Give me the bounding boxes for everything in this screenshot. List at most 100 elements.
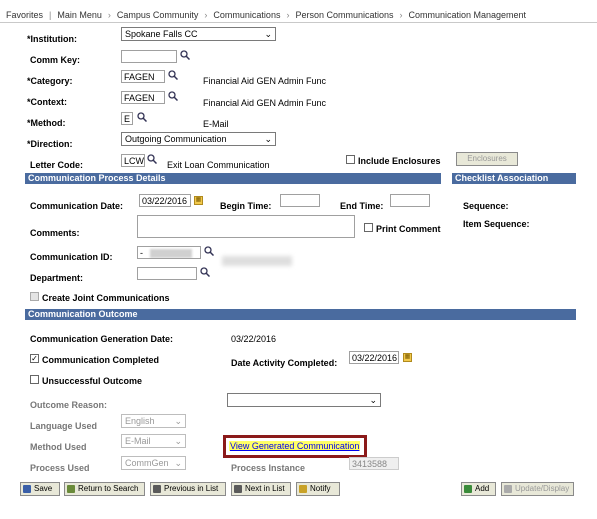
lookup-icon[interactable] [180,50,190,60]
return-to-search-button[interactable]: Return to Search [64,482,145,496]
comm-completed-label: Communication Completed [42,355,160,365]
end-time-label: End Time: [340,201,384,211]
crumb-person-communications[interactable]: Person Communications [295,10,393,20]
save-button[interactable]: Save [20,482,60,496]
lookup-icon[interactable] [147,154,157,164]
process-used-label: Process Used [30,463,90,473]
crumb-chevron: › [107,10,111,20]
unsuccessful-checkbox[interactable] [30,375,39,384]
include-enclosures-checkbox[interactable] [346,155,355,164]
comm-id-input[interactable]: - [137,246,201,259]
category-input[interactable]: FAGEN [121,70,165,83]
crumb-chevron: › [204,10,208,20]
outcome-reason-select[interactable]: ⌄ [227,393,381,407]
chevron-down-icon: ⌄ [369,395,377,405]
method-used-value: E-Mail [125,436,151,446]
language-select[interactable]: English ⌄ [121,414,186,428]
enclosures-button[interactable]: Enclosures [456,152,518,166]
search-icon [67,485,75,493]
crumb-main-menu[interactable]: Main Menu [57,10,102,20]
outcome-header: Communication Outcome [25,309,576,320]
unsuccessful-label: Unsuccessful Outcome [42,376,143,386]
lookup-icon[interactable] [137,112,147,122]
add-button[interactable]: Add [461,482,496,496]
update-label: Update/Display [515,484,570,493]
letter-code-description: Exit Loan Communication [167,160,270,170]
direction-select[interactable]: Outgoing Communication ⌄ [121,132,276,146]
process-instance-value: 3413588 [349,457,399,470]
create-joint-checkbox[interactable] [30,292,39,301]
calendar-icon[interactable]: ▦ [403,353,412,362]
create-joint-label: Create Joint Communications [42,293,170,303]
category-description: Financial Aid GEN Admin Func [203,76,327,86]
previous-in-list-button[interactable]: Previous in List [150,482,226,496]
department-label: Department: [30,273,84,283]
lookup-icon[interactable] [168,91,178,101]
method-label: *Method: [27,118,66,128]
comm-date-input[interactable]: 03/22/2016 [139,194,191,207]
calendar-icon[interactable]: ▦ [194,196,203,205]
sequence-label: Sequence: [463,201,509,211]
method-input[interactable]: E [121,112,133,125]
end-time-input[interactable] [390,194,430,207]
print-comment-label: Print Comment [376,224,441,234]
language-label: Language Used [30,421,98,431]
gen-date-label: Communication Generation Date: [30,334,174,344]
comm-id-label: Communication ID: [30,252,113,262]
crumb-separator: | [49,10,52,20]
letter-code-input[interactable]: LCW [121,154,145,167]
next-label: Next in List [245,484,285,493]
context-input[interactable]: FAGEN [121,91,165,104]
return-label: Return to Search [78,484,139,493]
process-used-select[interactable]: CommGen ⌄ [121,456,186,470]
chevron-down-icon: ⌄ [264,134,272,144]
comm-key-input[interactable] [121,50,177,63]
add-icon [464,485,472,493]
notify-icon [299,485,307,493]
chevron-down-icon: ⌄ [264,29,272,39]
include-enclosures-label: Include Enclosures [358,156,441,166]
letter-code-label: Letter Code: [30,160,84,170]
notify-button[interactable]: Notify [296,482,340,496]
begin-time-input[interactable] [280,194,320,207]
crumb-favorites[interactable]: Favorites [6,10,43,20]
chevron-down-icon: ⌄ [174,436,182,446]
institution-select[interactable]: Spokane Falls CC ⌄ [121,27,276,41]
institution-value: Spokane Falls CC [125,29,198,39]
method-description: E-Mail [203,119,229,129]
language-value: English [125,416,155,426]
save-icon [23,485,31,493]
institution-label: *Institution: [27,34,77,44]
context-label: *Context: [27,97,67,107]
next-in-list-button[interactable]: Next in List [231,482,291,496]
view-generated-communication-link[interactable]: View Generated Communication [229,441,361,451]
crumb-communications[interactable]: Communications [213,10,280,20]
method-used-select[interactable]: E-Mail ⌄ [121,434,186,448]
comments-textarea[interactable] [137,215,355,238]
update-display-button[interactable]: Update/Display [501,482,574,496]
add-label: Add [475,484,490,493]
crumb-campus-community[interactable]: Campus Community [117,10,199,20]
item-sequence-label: Item Sequence: [463,219,530,229]
save-label: Save [34,484,53,493]
crumb-communication-management[interactable]: Communication Management [409,10,527,20]
crumb-chevron: › [399,10,403,20]
redacted-name [222,256,292,266]
lookup-icon[interactable] [200,267,210,277]
category-label: *Category: [27,76,73,86]
process-used-value: CommGen [125,458,169,468]
chevron-down-icon: ⌄ [174,416,182,426]
lookup-icon[interactable] [204,246,214,256]
direction-label: *Direction: [27,139,73,149]
chevron-down-icon: ⌄ [174,458,182,468]
arrow-down-icon [234,485,242,493]
process-details-header: Communication Process Details [25,173,441,184]
breadcrumb: Favorites | Main Menu › Campus Community… [0,8,597,23]
arrow-up-icon [153,485,161,493]
comm-completed-checkbox[interactable]: ✓ [30,354,39,363]
department-input[interactable] [137,267,197,280]
lookup-icon[interactable] [168,70,178,80]
direction-value: Outgoing Communication [125,134,227,144]
print-comment-checkbox[interactable] [364,223,373,232]
date-completed-input[interactable]: 03/22/2016 [349,351,399,364]
